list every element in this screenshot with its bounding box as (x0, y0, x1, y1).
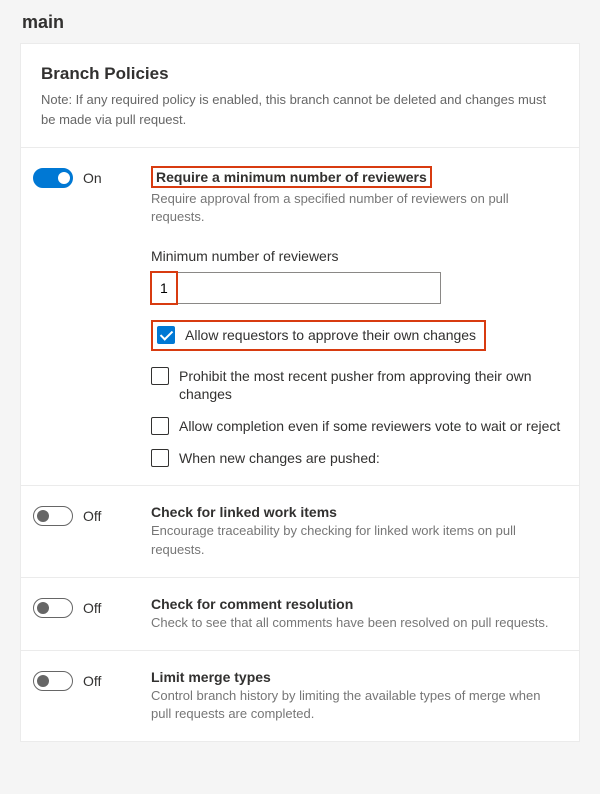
policy-title-linked-work-items: Check for linked work items (151, 504, 561, 520)
policy-desc-comment-resolution: Check to see that all comments have been… (151, 614, 561, 632)
checkbox-prohibit-recent-pusher[interactable] (151, 367, 169, 385)
policy-comment-resolution: Off Check for comment resolution Check t… (21, 578, 579, 651)
policy-min-reviewers: On Require a minimum number of reviewers… (21, 148, 579, 486)
label-prohibit-recent-pusher: Prohibit the most recent pusher from app… (179, 367, 561, 403)
checkbox-allow-completion[interactable] (151, 417, 169, 435)
policy-limit-merge: Off Limit merge types Control branch his… (21, 651, 579, 741)
policy-title-limit-merge: Limit merge types (151, 669, 561, 685)
policy-title-min-reviewers: Require a minimum number of reviewers (151, 166, 561, 188)
toggle-linked-work-items[interactable] (33, 506, 73, 526)
label-when-new-changes: When new changes are pushed: (179, 449, 380, 467)
policy-desc-limit-merge: Control branch history by limiting the a… (151, 687, 561, 723)
min-reviewers-input[interactable] (151, 272, 441, 304)
checkbox-allow-requestors[interactable] (157, 326, 175, 344)
policy-desc-min-reviewers: Require approval from a specified number… (151, 190, 561, 226)
policy-title-comment-resolution: Check for comment resolution (151, 596, 561, 612)
section-note: Note: If any required policy is enabled,… (41, 90, 559, 129)
checkbox-when-new-changes[interactable] (151, 449, 169, 467)
label-allow-completion: Allow completion even if some reviewers … (179, 417, 560, 435)
section-header: Branch Policies Note: If any required po… (21, 44, 579, 148)
label-allow-requestors: Allow requestors to approve their own ch… (185, 326, 476, 344)
section-title: Branch Policies (41, 64, 559, 84)
policy-desc-linked-work-items: Encourage traceability by checking for l… (151, 522, 561, 558)
min-reviewers-field-label: Minimum number of reviewers (151, 248, 561, 264)
page-title: main (0, 0, 600, 43)
toggle-comment-resolution[interactable] (33, 598, 73, 618)
toggle-label-off: Off (83, 508, 101, 524)
branch-policies-card: Branch Policies Note: If any required po… (20, 43, 580, 742)
toggle-label-on: On (83, 170, 102, 186)
toggle-limit-merge[interactable] (33, 671, 73, 691)
toggle-label-off: Off (83, 600, 101, 616)
toggle-label-off: Off (83, 673, 101, 689)
toggle-min-reviewers[interactable] (33, 168, 73, 188)
policy-linked-work-items: Off Check for linked work items Encourag… (21, 486, 579, 577)
